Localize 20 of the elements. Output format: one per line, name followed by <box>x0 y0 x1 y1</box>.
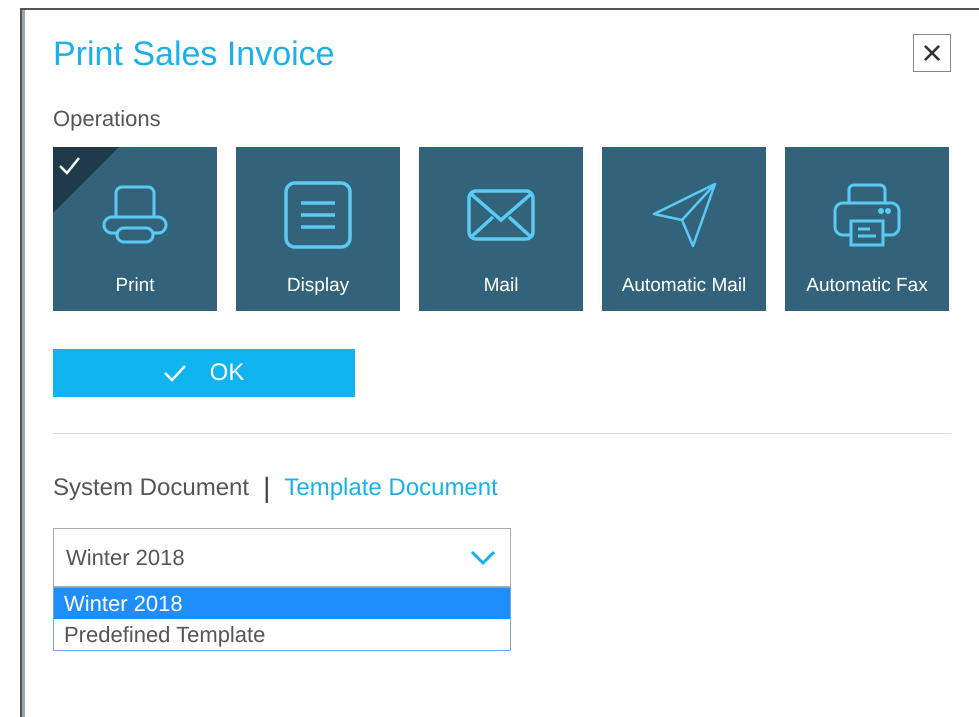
chevron-down-icon <box>470 550 496 566</box>
document-icon <box>284 181 352 249</box>
operation-tile[interactable]: Automatic Mail <box>602 147 766 311</box>
template-dropdown[interactable]: Winter 2018 <box>53 528 511 587</box>
operation-tile[interactable]: Print <box>53 147 217 311</box>
selected-check-icon <box>53 147 119 213</box>
printer-icon <box>833 183 901 247</box>
close-button[interactable]: × <box>913 34 951 72</box>
operation-tile[interactable]: Mail <box>419 147 583 311</box>
printer-icon <box>102 184 168 246</box>
operation-tile[interactable]: Automatic Fax <box>785 147 949 311</box>
operation-tile[interactable]: Display <box>236 147 400 311</box>
check-icon <box>164 364 186 382</box>
tab-separator: | <box>263 472 270 504</box>
dropdown-option[interactable]: Winter 2018 <box>54 588 510 619</box>
paper-plane-icon <box>651 182 717 248</box>
dialog-title: Print Sales Invoice <box>53 34 335 74</box>
section-heading: Operations <box>53 106 162 132</box>
envelope-icon <box>467 189 535 241</box>
document-tab[interactable]: System Document <box>53 474 250 502</box>
